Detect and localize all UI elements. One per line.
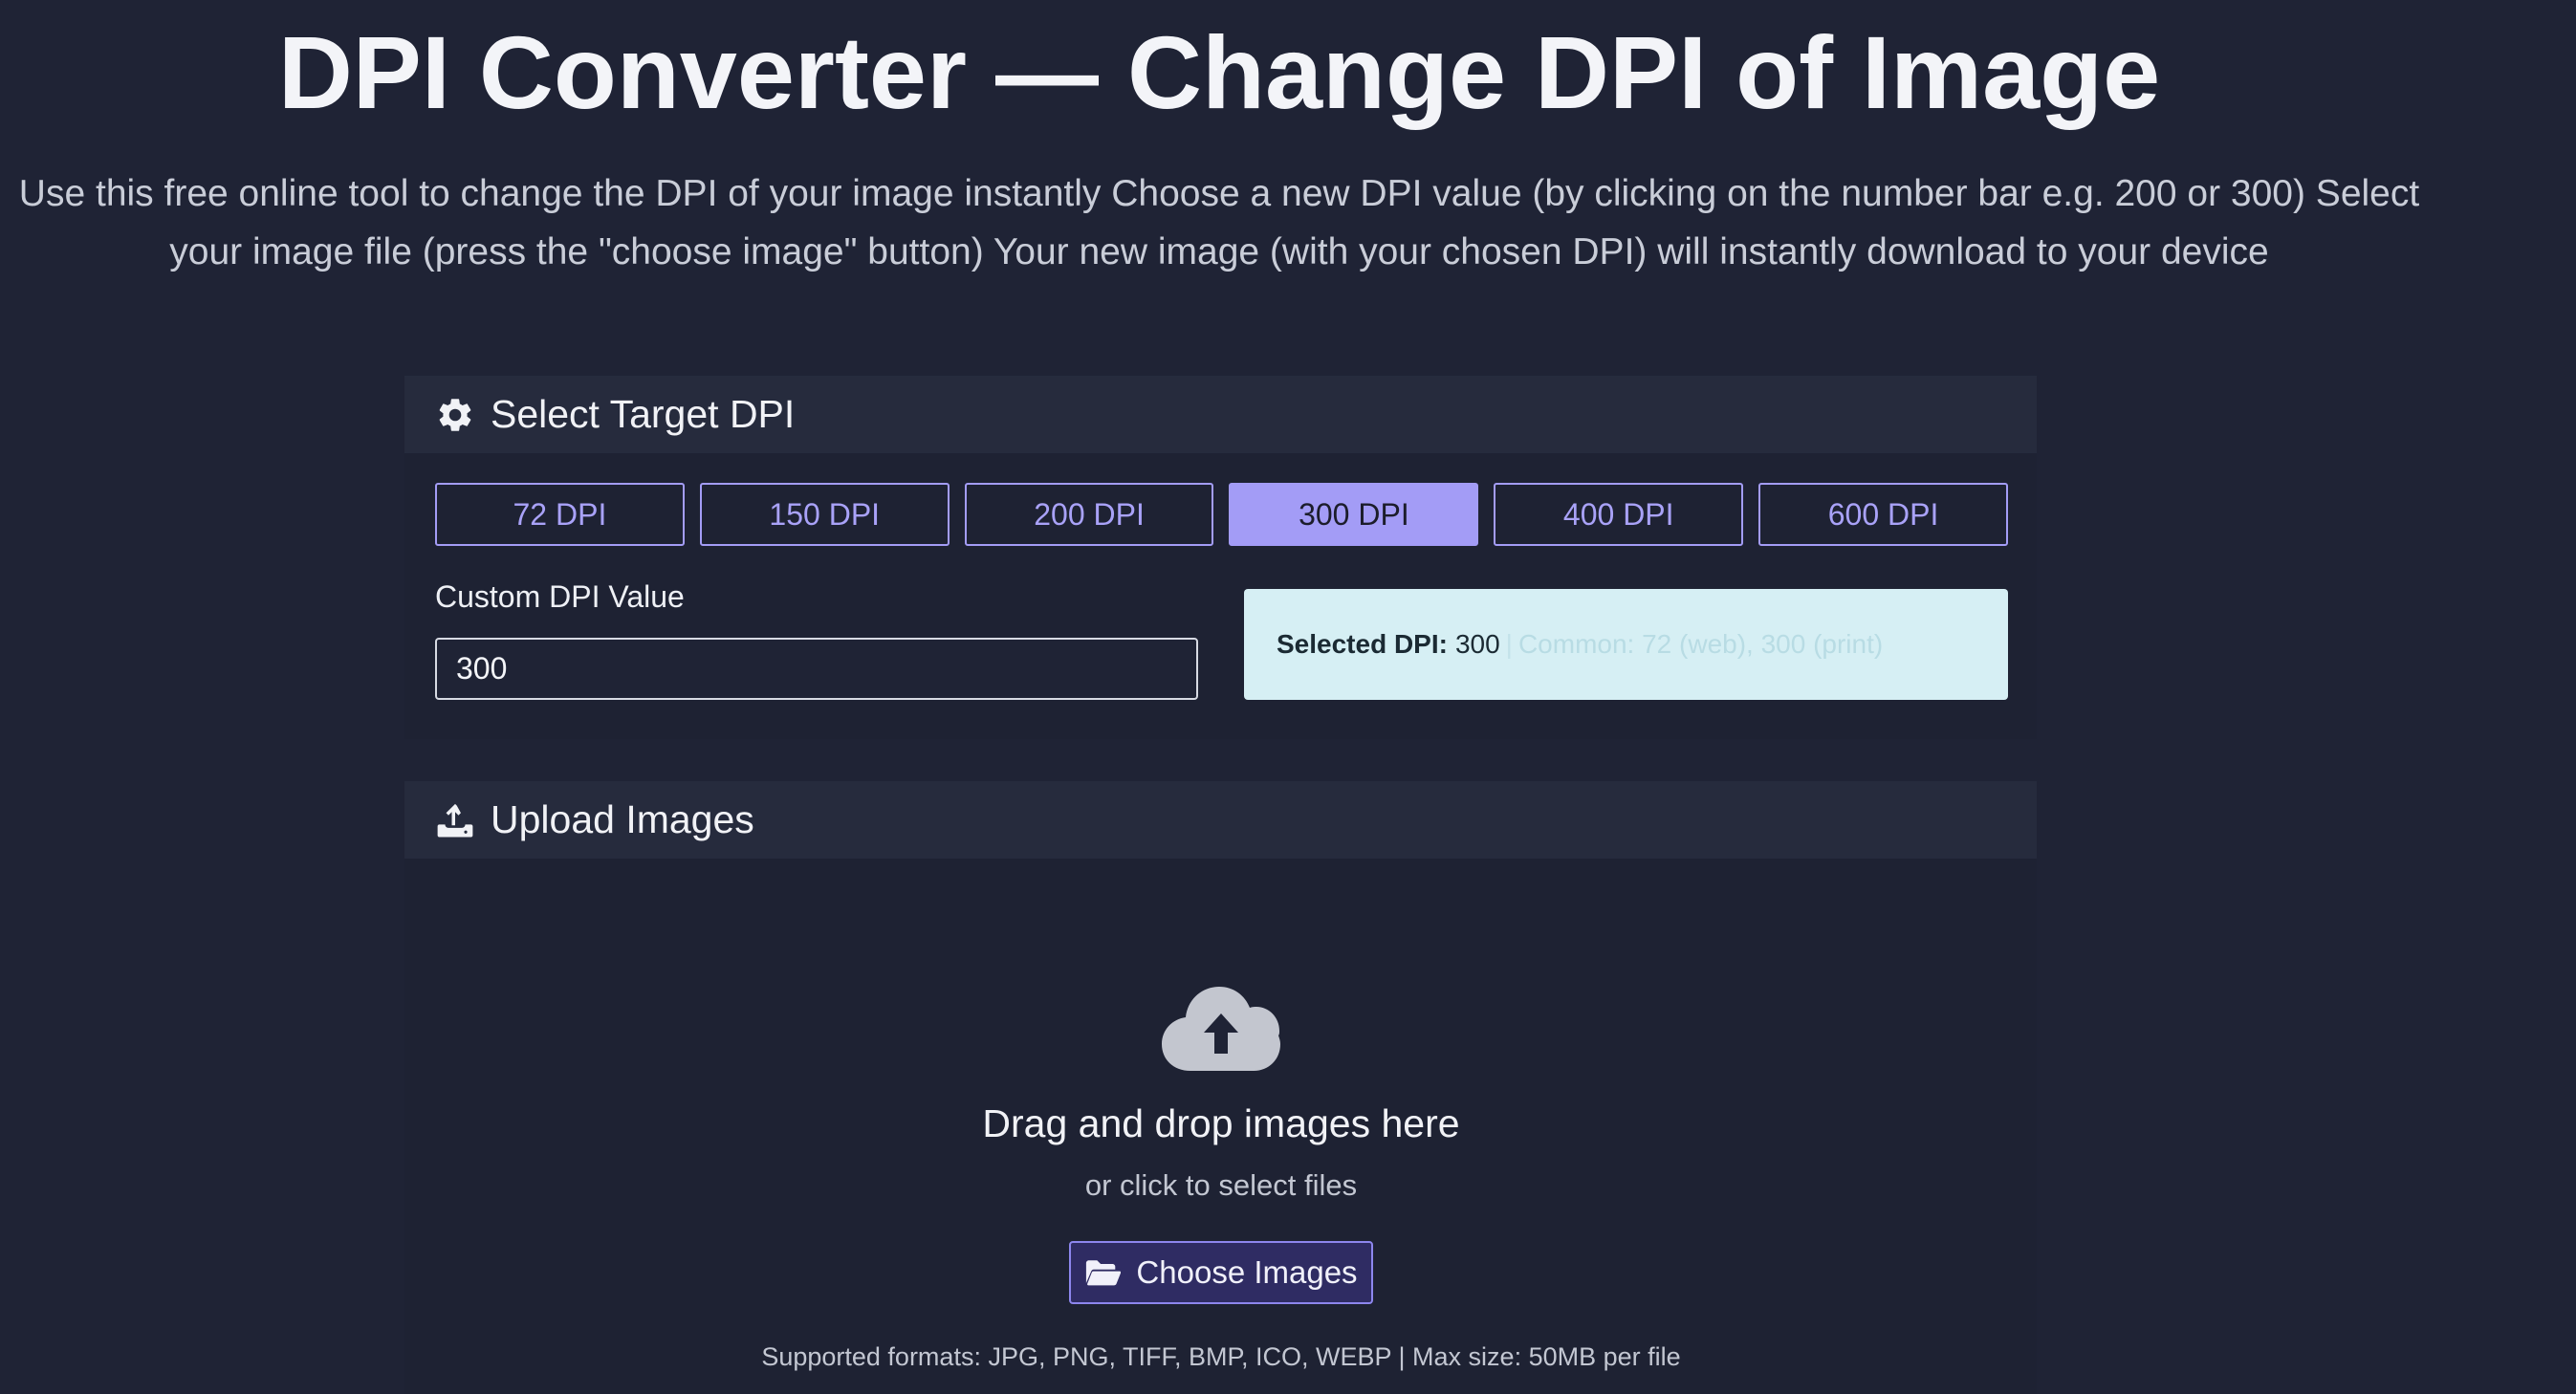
drop-zone-subtitle: or click to select files — [1084, 1168, 1358, 1202]
selected-dpi-info: Selected DPI: 300 | Common: 72 (web), 30… — [1244, 589, 2008, 700]
dpi-150-button[interactable]: 150 DPI — [699, 483, 950, 546]
cloud-upload-icon — [1162, 985, 1280, 1073]
upload-section-title: Upload Images — [491, 797, 754, 841]
page-title: DPI Converter — Change DPI of Image — [277, 14, 2161, 130]
dpi-section-header: Select Target DPI — [404, 376, 2037, 453]
upload-section-header: Upload Images — [404, 781, 2037, 859]
choose-images-label: Choose Images — [1136, 1254, 1358, 1290]
folder-open-icon — [1084, 1259, 1122, 1287]
choose-images-button[interactable]: Choose Images — [1069, 1241, 1373, 1304]
upload-icon — [435, 800, 475, 840]
info-separator: | — [1505, 629, 1513, 659]
custom-dpi-label: Custom DPI Value — [435, 579, 685, 614]
selected-dpi-label: Selected DPI: — [1277, 629, 1448, 659]
gear-icon — [435, 395, 475, 435]
selected-dpi-value: 300 — [1454, 629, 1500, 659]
intro-text: Use this free online tool to change the … — [18, 173, 2420, 272]
dpi-300-button[interactable]: 300 DPI — [1229, 483, 1479, 546]
dpi-section-title: Select Target DPI — [491, 392, 796, 436]
dpi-preset-group: 72 DPI 150 DPI 200 DPI 300 DPI 400 DPI 6… — [435, 483, 2008, 546]
common-dpi-hint: Common: 72 (web), 300 (print) — [1517, 629, 1884, 659]
dpi-600-button[interactable]: 600 DPI — [1758, 483, 2008, 546]
supported-formats-text: Supported formats: JPG, PNG, TIFF, BMP, … — [761, 1342, 1681, 1371]
custom-dpi-input[interactable] — [435, 638, 1198, 700]
dpi-200-button[interactable]: 200 DPI — [964, 483, 1214, 546]
drop-zone-title: Drag and drop images here — [982, 1101, 1460, 1145]
dpi-400-button[interactable]: 400 DPI — [1494, 483, 1744, 546]
dpi-72-button[interactable]: 72 DPI — [435, 483, 685, 546]
